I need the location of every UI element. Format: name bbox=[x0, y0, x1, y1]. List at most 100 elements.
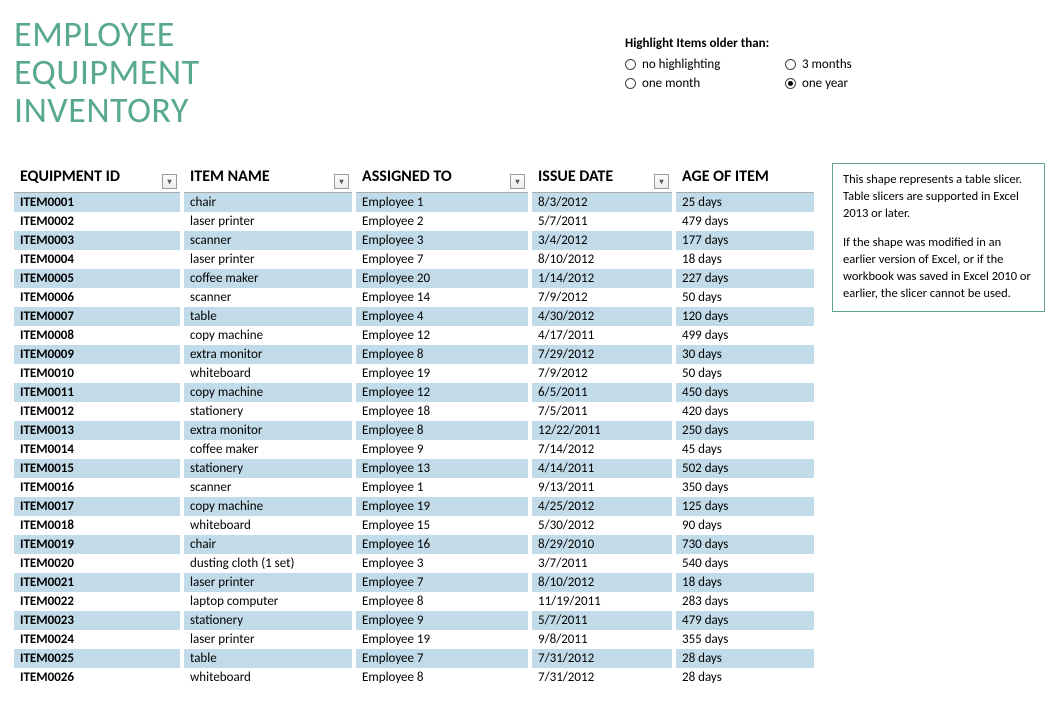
cell-date: 5/7/2011 bbox=[530, 212, 674, 231]
cell-name: laser printer bbox=[182, 212, 354, 231]
cell-name: table bbox=[182, 307, 354, 326]
filter-dropdown-icon[interactable]: ▾ bbox=[334, 174, 349, 189]
cell-name: extra monitor bbox=[182, 421, 354, 440]
table-row[interactable]: ITEM0019chairEmployee 168/29/2010730 day… bbox=[14, 535, 814, 554]
table-row[interactable]: ITEM0013extra monitorEmployee 812/22/201… bbox=[14, 421, 814, 440]
cell-name: chair bbox=[182, 193, 354, 212]
cell-age: 90 days bbox=[674, 516, 814, 535]
cell-assigned: Employee 1 bbox=[354, 193, 530, 212]
cell-assigned: Employee 13 bbox=[354, 459, 530, 478]
page-title: EMPLOYEE EQUIPMENT INVENTORY bbox=[14, 16, 200, 129]
radio-label: no highlighting bbox=[642, 57, 720, 72]
cell-name: whiteboard bbox=[182, 516, 354, 535]
table-row[interactable]: ITEM0001chairEmployee 18/3/201225 days bbox=[14, 193, 814, 212]
table-row[interactable]: ITEM0005coffee makerEmployee 201/14/2012… bbox=[14, 269, 814, 288]
table-row[interactable]: ITEM0017copy machineEmployee 194/25/2012… bbox=[14, 497, 814, 516]
table-row[interactable]: ITEM0014coffee makerEmployee 97/14/20124… bbox=[14, 440, 814, 459]
cell-name: copy machine bbox=[182, 383, 354, 402]
cell-date: 12/22/2011 bbox=[530, 421, 674, 440]
cell-date: 7/9/2012 bbox=[530, 364, 674, 383]
cell-age: 18 days bbox=[674, 250, 814, 269]
col-header-label: ITEM NAME bbox=[190, 167, 270, 186]
table-row[interactable]: ITEM0002laser printerEmployee 25/7/20114… bbox=[14, 212, 814, 231]
cell-id: ITEM0017 bbox=[14, 497, 182, 516]
cell-name: chair bbox=[182, 535, 354, 554]
radio-one-year[interactable]: one year bbox=[785, 76, 925, 91]
table-row[interactable]: ITEM0009extra monitorEmployee 87/29/2012… bbox=[14, 345, 814, 364]
table-row[interactable]: ITEM0008copy machineEmployee 124/17/2011… bbox=[14, 326, 814, 345]
cell-assigned: Employee 4 bbox=[354, 307, 530, 326]
cell-name: whiteboard bbox=[182, 668, 354, 687]
cell-name: coffee maker bbox=[182, 440, 354, 459]
cell-date: 4/14/2011 bbox=[530, 459, 674, 478]
table-row[interactable]: ITEM0016scannerEmployee 19/13/2011350 da… bbox=[14, 478, 814, 497]
cell-id: ITEM0001 bbox=[14, 193, 182, 212]
table-row[interactable]: ITEM0022laptop computerEmployee 811/19/2… bbox=[14, 592, 814, 611]
cell-name: laptop computer bbox=[182, 592, 354, 611]
highlight-label: Highlight Items older than: bbox=[625, 36, 925, 51]
cell-age: 177 days bbox=[674, 231, 814, 250]
cell-age: 355 days bbox=[674, 630, 814, 649]
cell-assigned: Employee 12 bbox=[354, 383, 530, 402]
cell-assigned: Employee 14 bbox=[354, 288, 530, 307]
cell-id: ITEM0020 bbox=[14, 554, 182, 573]
table-row[interactable]: ITEM0007tableEmployee 44/30/2012120 days bbox=[14, 307, 814, 326]
table-row[interactable]: ITEM0020dusting cloth (1 set)Employee 33… bbox=[14, 554, 814, 573]
cell-id: ITEM0016 bbox=[14, 478, 182, 497]
cell-assigned: Employee 20 bbox=[354, 269, 530, 288]
cell-id: ITEM0015 bbox=[14, 459, 182, 478]
cell-id: ITEM0023 bbox=[14, 611, 182, 630]
cell-age: 502 days bbox=[674, 459, 814, 478]
table-row[interactable]: ITEM0006scannerEmployee 147/9/201250 day… bbox=[14, 288, 814, 307]
cell-date: 1/14/2012 bbox=[530, 269, 674, 288]
table-row[interactable]: ITEM0024laser printerEmployee 199/8/2011… bbox=[14, 630, 814, 649]
cell-id: ITEM0019 bbox=[14, 535, 182, 554]
cell-assigned: Employee 7 bbox=[354, 573, 530, 592]
radio-one-month[interactable]: one month bbox=[625, 76, 785, 91]
table-row[interactable]: ITEM0021laser printerEmployee 78/10/2012… bbox=[14, 573, 814, 592]
highlight-panel: Highlight Items older than: no highlight… bbox=[625, 16, 925, 91]
cell-date: 5/7/2011 bbox=[530, 611, 674, 630]
cell-date: 3/7/2011 bbox=[530, 554, 674, 573]
cell-date: 4/30/2012 bbox=[530, 307, 674, 326]
cell-assigned: Employee 15 bbox=[354, 516, 530, 535]
table-row[interactable]: ITEM0012stationeryEmployee 187/5/2011420… bbox=[14, 402, 814, 421]
radio-3-months[interactable]: 3 months bbox=[785, 57, 925, 72]
col-header-3: ISSUE DATE▾ bbox=[530, 163, 674, 193]
radio-icon bbox=[785, 78, 796, 89]
col-header-4: AGE OF ITEM bbox=[674, 163, 814, 193]
cell-name: copy machine bbox=[182, 497, 354, 516]
cell-age: 283 days bbox=[674, 592, 814, 611]
table-row[interactable]: ITEM0025tableEmployee 77/31/201228 days bbox=[14, 649, 814, 668]
filter-dropdown-icon[interactable]: ▾ bbox=[162, 174, 177, 189]
table-row[interactable]: ITEM0015stationeryEmployee 134/14/201150… bbox=[14, 459, 814, 478]
table-row[interactable]: ITEM0018whiteboardEmployee 155/30/201290… bbox=[14, 516, 814, 535]
cell-assigned: Employee 3 bbox=[354, 231, 530, 250]
cell-name: laser printer bbox=[182, 573, 354, 592]
cell-age: 25 days bbox=[674, 193, 814, 212]
cell-age: 540 days bbox=[674, 554, 814, 573]
table-row[interactable]: ITEM0023stationeryEmployee 95/7/2011479 … bbox=[14, 611, 814, 630]
col-header-label: EQUIPMENT ID bbox=[20, 167, 120, 186]
table-row[interactable]: ITEM0026whiteboardEmployee 87/31/201228 … bbox=[14, 668, 814, 687]
cell-assigned: Employee 8 bbox=[354, 345, 530, 364]
filter-dropdown-icon[interactable]: ▾ bbox=[654, 174, 669, 189]
cell-assigned: Employee 1 bbox=[354, 478, 530, 497]
cell-age: 479 days bbox=[674, 212, 814, 231]
cell-age: 45 days bbox=[674, 440, 814, 459]
radio-icon bbox=[785, 59, 796, 70]
radio-no-highlighting[interactable]: no highlighting bbox=[625, 57, 785, 72]
table-row[interactable]: ITEM0010whiteboardEmployee 197/9/201250 … bbox=[14, 364, 814, 383]
cell-date: 4/17/2011 bbox=[530, 326, 674, 345]
cell-id: ITEM0003 bbox=[14, 231, 182, 250]
cell-age: 420 days bbox=[674, 402, 814, 421]
cell-name: laser printer bbox=[182, 250, 354, 269]
filter-dropdown-icon[interactable]: ▾ bbox=[510, 174, 525, 189]
cell-date: 5/30/2012 bbox=[530, 516, 674, 535]
cell-age: 50 days bbox=[674, 288, 814, 307]
cell-date: 7/31/2012 bbox=[530, 649, 674, 668]
table-row[interactable]: ITEM0011copy machineEmployee 126/5/20114… bbox=[14, 383, 814, 402]
table-row[interactable]: ITEM0003scannerEmployee 33/4/2012177 day… bbox=[14, 231, 814, 250]
table-row[interactable]: ITEM0004laser printerEmployee 78/10/2012… bbox=[14, 250, 814, 269]
cell-assigned: Employee 8 bbox=[354, 668, 530, 687]
